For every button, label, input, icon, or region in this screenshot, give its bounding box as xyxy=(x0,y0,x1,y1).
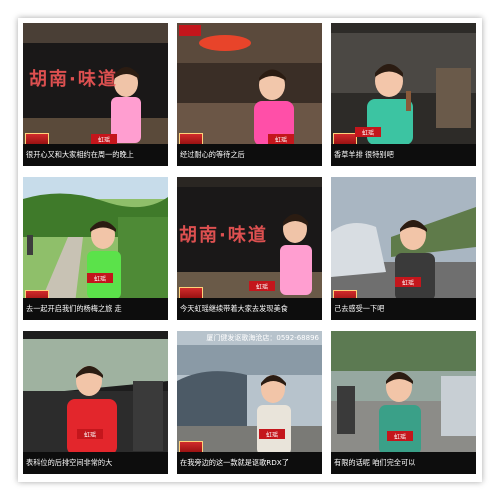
subtitle-text: 今天虹瑶继续带着大家去发现美食 xyxy=(180,304,288,313)
subtitle-bar: 经过耐心的等待之后 xyxy=(177,144,322,166)
phone-banner-text: 厦门健发讴歌海沧店：0592-68896 xyxy=(206,334,319,342)
station-logo xyxy=(179,25,201,36)
subtitle-text: 去一起开启我们的杨梅之旅 走 xyxy=(26,304,122,313)
subtitle-bar: 今天虹瑶继续带着大家去发现美食 xyxy=(177,298,322,320)
subtitle-bar: 表科位的后排空间非常的大 xyxy=(23,452,168,474)
subtitle-bar: 己去感受一下吧 xyxy=(331,298,476,320)
subtitle-text: 有限的话呢 咱们完全可以 xyxy=(334,458,416,467)
subtitle-text: 香草羊排 很特别吧 xyxy=(334,150,394,159)
host-name-tag: 虹瑶 xyxy=(355,127,381,137)
restaurant-sign-text: 胡南·味道 xyxy=(29,69,118,90)
subtitle-text: 表科位的后排空间非常的大 xyxy=(26,458,113,467)
video-frame-4: 虹瑶 去一起开启我们的杨梅之旅 走 xyxy=(23,177,168,320)
video-frame-7: 虹瑶 表科位的后排空间非常的大 xyxy=(23,331,168,474)
subtitle-text: 经过耐心的等待之后 xyxy=(180,150,245,159)
host-name-tag: 虹瑶 xyxy=(259,429,285,439)
restaurant-sign-text: 胡南·味道 xyxy=(179,225,268,246)
video-frame-5: 胡南·味道 虹瑶 今天虹瑶继续带着大家去发现美食 xyxy=(177,177,322,320)
subtitle-bar: 香草羊排 很特别吧 xyxy=(331,144,476,166)
host-name-tag: 虹瑶 xyxy=(91,134,117,144)
video-frame-6: 虹瑶 己去感受一下吧 xyxy=(331,177,476,320)
host-name-tag: 虹瑶 xyxy=(395,277,421,287)
video-frame-3: 虹瑶 香草羊排 很特别吧 xyxy=(331,23,476,166)
subtitle-text: 很开心又和大家相约在周一的晚上 xyxy=(26,150,134,159)
subtitle-bar: 有限的话呢 咱们完全可以 xyxy=(331,452,476,474)
subtitle-bar: 在我旁边的这一款就是讴歌RDX了 xyxy=(177,452,322,474)
photo-collage: 胡南·味道 虹瑶 很开心又和大家相约在周一的晚上 虹瑶 经过耐心的等待之后 虹瑶… xyxy=(0,0,500,501)
subtitle-bar: 很开心又和大家相约在周一的晚上 xyxy=(23,144,168,166)
video-frame-9: 虹瑶 有限的话呢 咱们完全可以 xyxy=(331,331,476,474)
subtitle-bar: 去一起开启我们的杨梅之旅 走 xyxy=(23,298,168,320)
host-name-tag: 虹瑶 xyxy=(77,429,103,439)
host-name-tag: 虹瑶 xyxy=(387,431,413,441)
subtitle-text: 在我旁边的这一款就是讴歌RDX了 xyxy=(180,458,289,467)
subtitle-text: 己去感受一下吧 xyxy=(334,304,385,313)
host-name-tag: 虹瑶 xyxy=(87,273,113,283)
video-frame-1: 胡南·味道 虹瑶 很开心又和大家相约在周一的晚上 xyxy=(23,23,168,166)
host-name-tag: 虹瑶 xyxy=(249,281,275,291)
video-frame-2: 虹瑶 经过耐心的等待之后 xyxy=(177,23,322,166)
collage-frame: 胡南·味道 虹瑶 很开心又和大家相约在周一的晚上 虹瑶 经过耐心的等待之后 虹瑶… xyxy=(18,18,482,482)
host-name-tag: 虹瑶 xyxy=(268,134,294,144)
video-frame-8: 厦门健发讴歌海沧店：0592-68896 虹瑶 在我旁边的这一款就是讴歌RDX了 xyxy=(177,331,322,474)
